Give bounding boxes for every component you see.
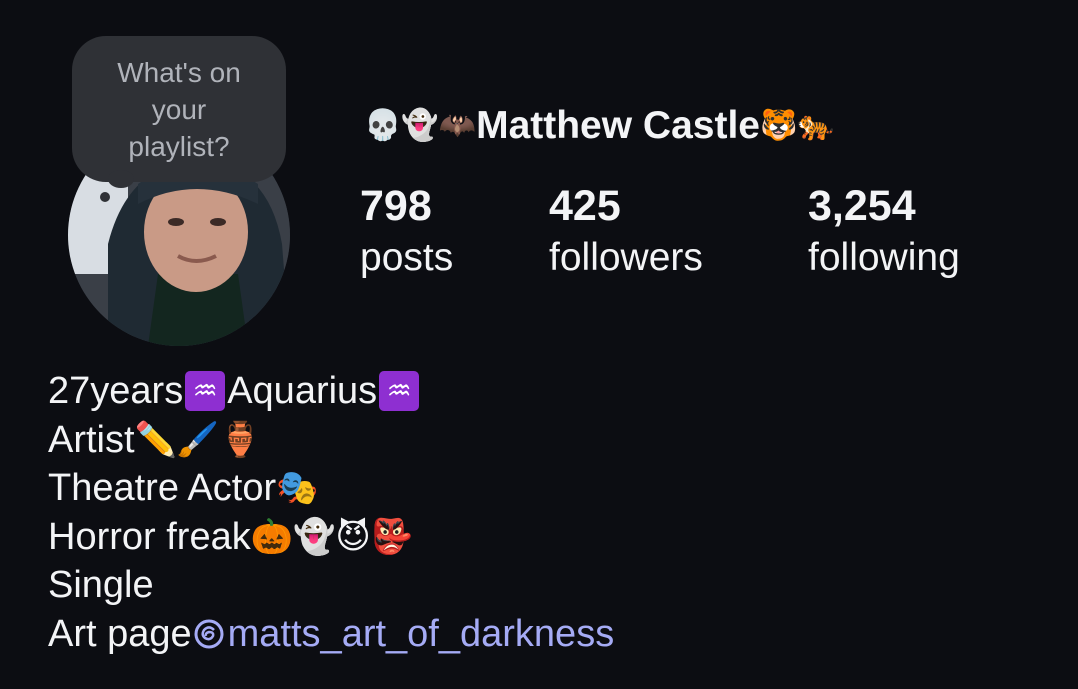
display-name: Matthew Castle <box>476 104 760 147</box>
tiger-emoji: 🐅 <box>797 109 835 142</box>
followers-count: 425 <box>549 182 621 230</box>
bat-emoji: 🦇 <box>438 109 477 142</box>
skull-emoji: 💀 <box>364 109 402 142</box>
bio-art-page-text: Art page <box>48 612 192 655</box>
threads-handle: matts_art_of_darkness <box>227 612 615 655</box>
display-name-row: 💀 👻 🦇 Matthew Castle 🐯 🐅 <box>364 100 835 152</box>
bio-sign-text: Aquarius <box>227 370 378 412</box>
bio-artist-text: Artist <box>48 418 135 461</box>
theatre-masks-emoji: 🎭 <box>276 469 319 507</box>
note-bubble[interactable]: What's on your playlist? <box>72 36 286 182</box>
note-tail-large <box>108 170 134 188</box>
ghost-emoji: 👻 <box>401 109 439 142</box>
bio-line-horror: Horror freak 🎃👻😈👺 <box>48 513 1048 562</box>
bio-line-age-sign: 27years ♒ Aquarius ♒ <box>48 367 1048 416</box>
aquarius-sign-icon-2: ♒ <box>379 371 420 412</box>
following-count: 3,254 <box>808 182 916 230</box>
profile-bio: 27years ♒ Aquarius ♒ Artist ✏️🖌️🏺 Theatr… <box>48 367 1048 658</box>
bio-age-text: 27years <box>48 370 184 412</box>
bio-line-status: Single <box>48 561 1048 610</box>
stat-followers[interactable]: 425 followers <box>549 178 703 282</box>
horror-emojis: 🎃👻😈👺 <box>250 517 414 556</box>
bio-line-art-page: Art page matts_art_of_darkness <box>48 610 1048 659</box>
bio-line-actor: Theatre Actor 🎭 <box>48 464 1048 513</box>
profile-page: What's on your playlist? 💀 👻 🦇 Matthew C… <box>0 0 1078 689</box>
bio-status-text: Single <box>48 564 154 606</box>
bio-horror-text: Horror freak <box>48 515 251 558</box>
threads-icon <box>194 619 224 649</box>
followers-label: followers <box>549 236 703 279</box>
bio-line-artist: Artist ✏️🖌️🏺 <box>48 416 1048 465</box>
aquarius-sign-icon: ♒ <box>185 371 226 412</box>
note-text: What's on your playlist? <box>117 56 241 162</box>
stat-following[interactable]: 3,254 following <box>808 178 960 282</box>
note-tail-small <box>100 192 110 202</box>
posts-label: posts <box>360 236 454 279</box>
posts-count: 798 <box>360 182 432 230</box>
threads-link[interactable]: matts_art_of_darkness <box>192 610 615 659</box>
bio-actor-text: Theatre Actor <box>48 467 277 509</box>
tiger-face-emoji: 🐯 <box>759 109 798 142</box>
following-label: following <box>808 236 960 279</box>
stat-posts[interactable]: 798 posts <box>360 178 453 282</box>
art-emojis: ✏️🖌️🏺 <box>134 420 262 459</box>
